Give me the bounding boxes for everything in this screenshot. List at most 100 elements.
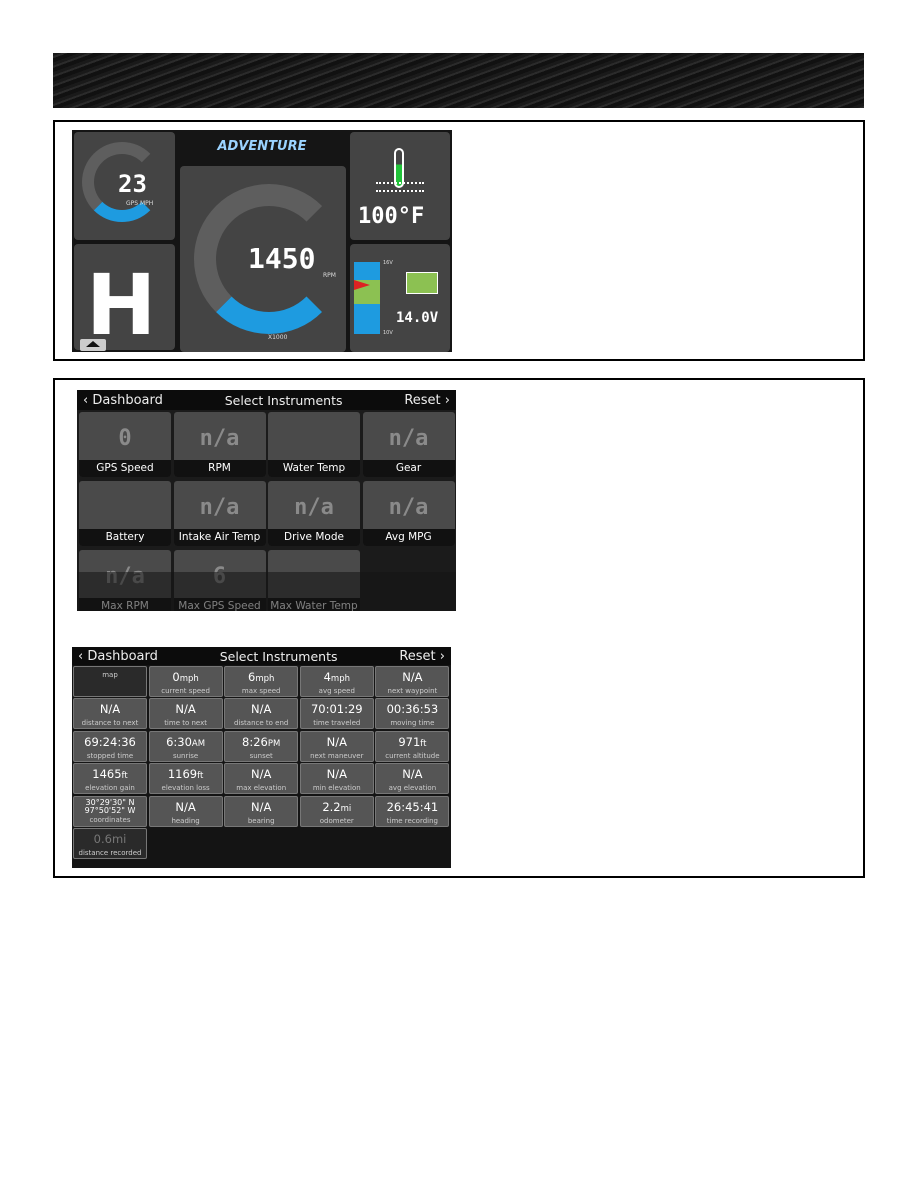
tile-label: GPS Speed bbox=[79, 460, 171, 477]
cell-value: 0mph bbox=[150, 670, 222, 686]
instrument-tile[interactable]: n/a Gear bbox=[362, 412, 455, 477]
instrument-tile[interactable]: Battery bbox=[79, 481, 171, 546]
back-dashboard-button[interactable]: ‹ Dashboard bbox=[83, 393, 163, 408]
instrument-cell[interactable]: N/A next waypoint bbox=[375, 666, 450, 697]
cell-label: time to next bbox=[164, 719, 207, 728]
cell-value-number: N/A bbox=[251, 767, 272, 782]
cell-value-number: 8:26 bbox=[242, 734, 268, 749]
instrument-cell[interactable]: 1169ft elevation loss bbox=[148, 763, 223, 795]
cell-value: 69:24:36 bbox=[74, 735, 146, 751]
cell-label: next maneuver bbox=[310, 751, 364, 760]
cell-label: sunrise bbox=[172, 751, 199, 760]
gps-speed-gauge[interactable]: 23 GPS MPH bbox=[74, 132, 175, 240]
cell-value-number: 4 bbox=[323, 670, 331, 684]
instrument-cell[interactable]: 2.2mi odometer bbox=[299, 795, 374, 827]
battery-high-label: 16V bbox=[383, 260, 393, 266]
cell-value: 0.6mi bbox=[74, 832, 146, 848]
instrument-cell[interactable]: 69:24:36 stopped time bbox=[73, 730, 147, 762]
instrument-cell[interactable]: 6mph max speed bbox=[224, 666, 299, 697]
cell-value-unit: PM bbox=[267, 738, 281, 749]
instrument-cell[interactable]: 971ft current altitude bbox=[375, 730, 450, 762]
instrument-cell[interactable]: 8:26PM sunset bbox=[224, 730, 299, 762]
cell-value-number: N/A bbox=[175, 799, 196, 814]
battery-icon bbox=[406, 272, 438, 294]
cell-value: 70:01:29 bbox=[301, 702, 373, 718]
dashboard-screenshot: ADVENTURE PRO 23 GPS MPH H 1450 RPM X100… bbox=[72, 130, 452, 352]
section-banner bbox=[53, 53, 864, 108]
cell-value-number: 69:24:36 bbox=[84, 734, 136, 749]
cell-value-number: 0.6mi bbox=[93, 832, 127, 846]
cell-value: N/A bbox=[225, 702, 297, 718]
water-temp-gauge[interactable]: 100°F bbox=[350, 132, 450, 240]
instrument-cell[interactable]: 30°29'30" N 97°50'52" Wcoordinates bbox=[73, 795, 147, 827]
tile-label: Drive Mode bbox=[268, 529, 360, 546]
instrument-tile[interactable]: Water Temp bbox=[268, 412, 360, 477]
reset-button[interactable]: Reset › bbox=[404, 393, 450, 408]
battery-gauge[interactable]: 16V 10V 14.0V bbox=[350, 244, 450, 352]
reset-button[interactable]: Reset › bbox=[399, 649, 445, 664]
cell-value-number: 6:30 bbox=[166, 734, 192, 749]
cell-value-unit: mph bbox=[255, 674, 275, 684]
instrument-cell[interactable]: 70:01:29 time traveled bbox=[299, 698, 374, 730]
cell-value-number: N/A bbox=[326, 734, 347, 749]
cell-value-unit: mph bbox=[330, 674, 350, 684]
cell-value-unit: mi bbox=[340, 803, 352, 814]
instrument-cell[interactable]: 0.6mi distance recorded bbox=[73, 828, 147, 859]
instrument-tile[interactable]: n/a RPM bbox=[173, 412, 266, 477]
instrument-cell[interactable]: N/A distance to next bbox=[73, 698, 147, 730]
select-instruments-gauges-screenshot: ‹ Dashboard Select Instruments Reset › 0… bbox=[77, 390, 456, 611]
rpm-value: 1450 bbox=[248, 242, 316, 275]
instrument-tile[interactable]: n/a Drive Mode bbox=[268, 481, 360, 546]
rpm-gauge[interactable]: 1450 RPM X1000 bbox=[180, 166, 346, 352]
cell-value: N/A bbox=[225, 767, 297, 783]
cell-value: 30°29'30" N 97°50'52" W bbox=[74, 798, 146, 815]
cell-value: 2.2mi bbox=[301, 800, 373, 816]
instrument-cell[interactable]: 4mph avg speed bbox=[299, 666, 374, 697]
gear-indicator[interactable]: H bbox=[74, 244, 175, 352]
instrument-cell[interactable]: 0mph current speed bbox=[148, 666, 223, 697]
instrument-cell[interactable]: N/A next maneuver bbox=[299, 730, 374, 762]
instrument-cell[interactable]: N/A max elevation bbox=[224, 763, 299, 795]
cell-value: 26:45:41 bbox=[376, 800, 448, 816]
instrument-cell[interactable]: N/A heading bbox=[148, 795, 223, 827]
caret-up-icon bbox=[86, 341, 100, 347]
expand-up-button[interactable] bbox=[80, 339, 106, 351]
cell-value-number: N/A bbox=[99, 702, 121, 717]
back-dashboard-button[interactable]: ‹ Dashboard bbox=[78, 649, 158, 664]
instrument-cell[interactable]: N/A min elevation bbox=[299, 763, 374, 795]
cell-label: avg speed bbox=[318, 687, 355, 695]
cell-value-number: 1465 bbox=[92, 767, 122, 782]
cell-label: distance to end bbox=[234, 719, 289, 728]
cell-label: stopped time bbox=[86, 751, 134, 760]
cell-label: moving time bbox=[390, 719, 435, 728]
tile-label: Intake Air Temp bbox=[173, 529, 266, 546]
cell-value: 1465ft bbox=[74, 767, 146, 783]
cell-value-unit: ft bbox=[197, 771, 204, 782]
instrument-cell[interactable]: 00:36:53 moving time bbox=[375, 698, 450, 730]
adventure-pro-logo: ADVENTURE PRO bbox=[217, 139, 307, 180]
cell-label: heading bbox=[171, 816, 200, 825]
instrument-cell[interactable]: map bbox=[73, 666, 147, 697]
rpm-multiplier: X1000 bbox=[268, 334, 288, 341]
cell-value-number: N/A bbox=[251, 799, 272, 814]
cell-label: distance recorded bbox=[78, 849, 142, 857]
instrument-cell[interactable]: 26:45:41 time recording bbox=[375, 795, 450, 827]
instrument-cell[interactable]: 6:30AM sunrise bbox=[148, 730, 223, 762]
cell-value: N/A bbox=[376, 670, 448, 686]
instrument-cell[interactable]: N/A bearing bbox=[224, 795, 299, 827]
instrument-cell[interactable]: N/A avg elevation bbox=[375, 763, 450, 795]
instrument-tile[interactable]: 0 GPS Speed bbox=[79, 412, 171, 477]
instrument-cell[interactable]: N/A distance to end bbox=[224, 698, 299, 730]
cell-label: max elevation bbox=[236, 784, 287, 793]
tile-preview-value: 0 bbox=[118, 426, 132, 451]
instrument-cell[interactable]: N/A time to next bbox=[148, 698, 223, 730]
cell-label: min elevation bbox=[312, 784, 361, 793]
instrument-tile[interactable]: n/a Avg MPG bbox=[362, 481, 455, 546]
instrument-tile[interactable]: n/a Intake Air Temp bbox=[173, 481, 266, 546]
cell-value: 6:30AM bbox=[150, 735, 222, 751]
instrument-cell[interactable]: 1465ft elevation gain bbox=[73, 763, 147, 795]
cell-value: N/A bbox=[150, 800, 222, 816]
cell-label: elevation loss bbox=[161, 784, 210, 793]
cell-value-number: N/A bbox=[175, 702, 196, 717]
cell-value-unit: ft bbox=[121, 771, 128, 782]
